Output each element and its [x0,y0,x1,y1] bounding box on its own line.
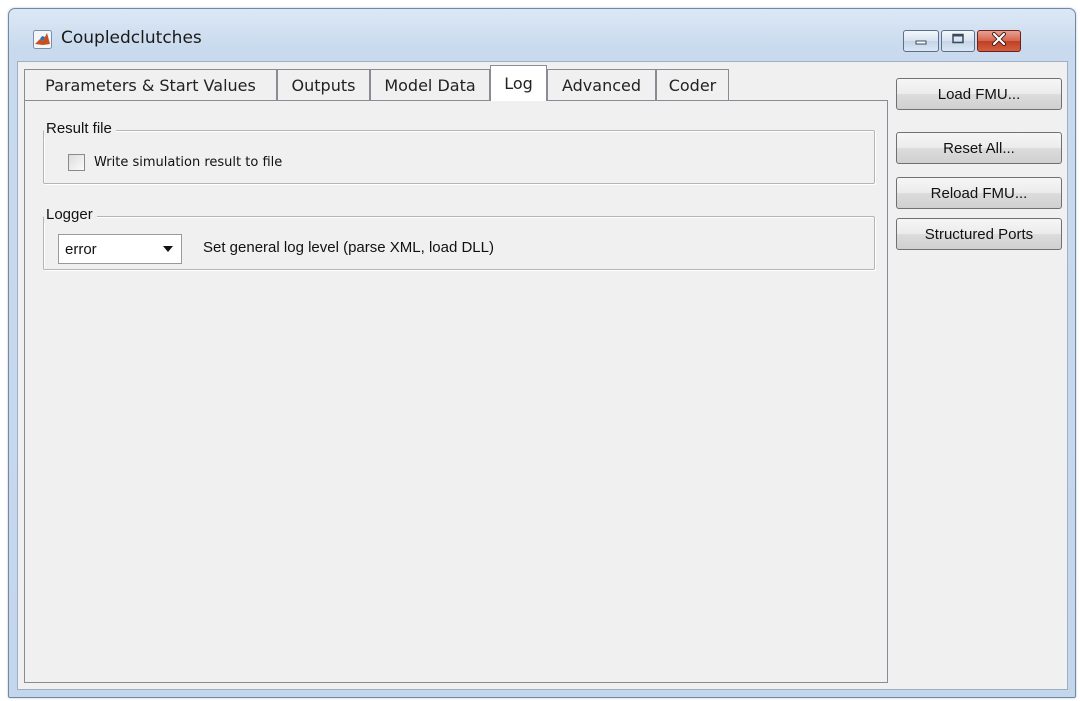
result-file-legend: Result file [44,120,116,137]
result-file-group: Result file Write simulation result to f… [43,120,875,184]
write-result-checkbox[interactable] [68,154,85,171]
reload-fmu-button[interactable]: Reload FMU... [896,177,1062,209]
close-icon [991,31,1007,51]
log-level-description: Set general log level (parse XML, load D… [203,239,494,256]
maximize-button[interactable] [941,30,975,52]
minimize-button[interactable] [903,30,939,52]
tab-model-data[interactable]: Model Data [370,69,490,100]
logger-legend: Logger [44,206,97,223]
logger-group: Logger error Set general log level (pars… [43,206,875,270]
log-level-value: error [65,241,97,258]
reset-all-button[interactable]: Reset All... [896,132,1062,164]
log-level-select[interactable]: error [58,234,182,264]
tab-log[interactable]: Log [490,65,547,101]
write-result-label[interactable]: Write simulation result to file [94,155,282,170]
matlab-logo-icon [33,30,52,49]
structured-ports-button[interactable]: Structured Ports [896,218,1062,250]
tab-advanced[interactable]: Advanced [547,69,656,100]
tab-coder[interactable]: Coder [656,69,729,100]
chevron-down-icon[interactable] [155,235,181,263]
tab-parameters-start-values[interactable]: Parameters & Start Values [24,69,277,100]
maximize-icon [951,32,965,50]
window-title: Coupledclutches [61,28,202,48]
dialog-client-area: Parameters & Start Values Outputs Model … [17,61,1068,690]
close-button[interactable] [977,30,1021,52]
tab-outputs[interactable]: Outputs [277,69,370,100]
title-bar[interactable]: Coupledclutches [9,9,1075,61]
log-tab-panel: Result file Write simulation result to f… [24,100,888,683]
fmu-dialog-window: Coupledclutches Parameters & Start Value… [8,8,1076,698]
minimize-icon [914,32,928,50]
load-fmu-button[interactable]: Load FMU... [896,78,1062,110]
